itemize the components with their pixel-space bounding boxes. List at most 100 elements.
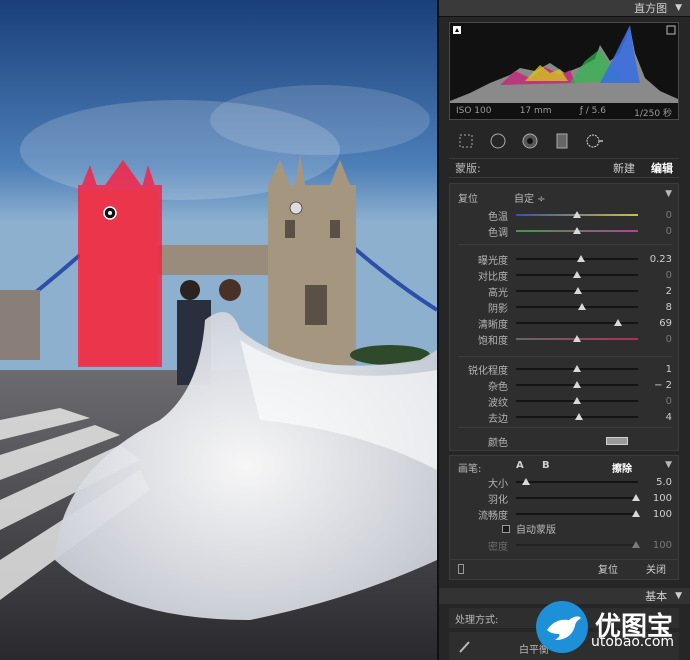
brush-close-button[interactable]: 关闭	[646, 561, 666, 576]
slider-knob[interactable]	[575, 413, 584, 420]
adjust-slider-row[interactable]: 杂色 − 2	[450, 378, 678, 393]
auto-mask-checkbox[interactable]: 自动蒙版	[502, 521, 556, 536]
slider-label: 高光	[488, 287, 508, 299]
slider-track[interactable]	[516, 271, 638, 278]
slider-track[interactable]	[516, 319, 638, 326]
slider-value[interactable]: 69	[638, 318, 672, 329]
slider-knob[interactable]	[576, 255, 585, 262]
shutter-speed: 1/250 秒	[634, 109, 672, 119]
slider-knob[interactable]	[577, 303, 586, 310]
brush-size-slider[interactable]: 大小 5.0	[450, 475, 678, 490]
slider-value[interactable]: 1	[638, 364, 672, 375]
slider-label: 饱和度	[478, 335, 508, 347]
slider-label: 清晰度	[478, 319, 508, 331]
slider-track[interactable]	[516, 365, 638, 372]
adjustment-brush-icon[interactable]	[585, 132, 603, 150]
adjust-slider-row[interactable]: 饱和度 0	[450, 332, 678, 347]
slider-knob[interactable]	[573, 211, 581, 218]
spot-removal-icon[interactable]	[489, 132, 507, 150]
slider-track[interactable]	[516, 381, 638, 388]
slider-value[interactable]: 0	[638, 334, 672, 345]
brush-density-slider[interactable]: 密度 100	[450, 538, 678, 553]
slider-knob[interactable]	[631, 494, 640, 501]
slider-track[interactable]	[516, 397, 638, 404]
tool-strip	[449, 128, 679, 154]
adjust-slider-row[interactable]: 曝光度 0.23	[450, 252, 678, 267]
auto-mask-label: 自动蒙版	[516, 525, 556, 536]
crop-tool-icon[interactable]	[457, 132, 475, 150]
slider-knob[interactable]	[573, 227, 581, 234]
slider-knob[interactable]	[573, 335, 581, 342]
mask-edit-button[interactable]: 编辑	[651, 160, 673, 176]
slider-knob[interactable]	[573, 397, 581, 404]
slider-value[interactable]: 0	[638, 396, 672, 407]
highlight-clip-indicator[interactable]	[666, 25, 676, 35]
adjust-slider-row[interactable]: 对比度 0	[450, 268, 678, 283]
panel-switch-icon[interactable]	[458, 563, 464, 574]
slider-knob[interactable]	[631, 541, 640, 548]
slider-knob[interactable]	[614, 319, 623, 326]
brush-flow-slider[interactable]: 流畅度 100	[450, 507, 678, 522]
slider-track[interactable]	[516, 287, 638, 294]
photo-canvas[interactable]	[0, 0, 437, 660]
brush-label: 画笔:	[458, 464, 482, 475]
adjustment-sliders: 复位 自定 ÷ ▼ 色温 0 色调 0 曝光度 0.23 对比度 0 高光 2 阴影 8 清晰度 69 饱和…	[449, 183, 679, 451]
wedding-photo	[0, 0, 437, 660]
color-swatch[interactable]	[606, 437, 628, 445]
slider-value[interactable]: 0.23	[638, 254, 672, 265]
slider-track[interactable]	[516, 255, 638, 262]
color-row[interactable]: 颜色	[450, 434, 678, 449]
adjust-slider-row[interactable]: 阴影 8	[450, 300, 678, 315]
basic-collapse-icon[interactable]: ▼	[675, 591, 682, 601]
brush-menu-triangle-icon[interactable]: ▼	[665, 460, 672, 470]
adjust-slider-row[interactable]: 色温 0	[450, 208, 678, 223]
adjust-slider-row[interactable]: 高光 2	[450, 284, 678, 299]
effect-menu-triangle-icon[interactable]: ▼	[665, 189, 672, 199]
slider-track[interactable]	[516, 227, 638, 234]
slider-value[interactable]: 8	[638, 302, 672, 313]
slider-knob[interactable]	[521, 478, 530, 485]
slider-knob[interactable]	[573, 381, 581, 388]
histogram: ISO 100 17 mm ƒ / 5.6 1/250 秒	[449, 22, 679, 120]
slider-value[interactable]: 2	[638, 286, 672, 297]
aperture: ƒ / 5.6	[579, 106, 606, 116]
slider-label: 波纹	[488, 397, 508, 409]
develop-panel: 直方图 ▼ ISO 100 17 mm ƒ / 5.6 1/250 秒 蒙版:	[437, 0, 690, 660]
slider-track[interactable]	[516, 211, 638, 218]
graduated-filter-icon[interactable]	[553, 132, 571, 150]
brush-a-button[interactable]: A	[516, 460, 524, 471]
red-eye-icon[interactable]	[521, 132, 539, 150]
slider-track[interactable]	[516, 303, 638, 310]
mask-new-button[interactable]: 新建	[613, 160, 635, 176]
brush-erase-button[interactable]: 擦除	[612, 460, 632, 475]
slider-knob[interactable]	[573, 365, 581, 372]
slider-value[interactable]: 0	[638, 210, 672, 221]
adjust-slider-row[interactable]: 锐化程度 1	[450, 362, 678, 377]
adjust-slider-row[interactable]: 色调 0	[450, 224, 678, 239]
histogram-header[interactable]: 直方图 ▼	[439, 0, 690, 17]
slider-track[interactable]	[516, 335, 638, 342]
slider-track[interactable]	[516, 413, 638, 420]
brush-b-button[interactable]: B	[542, 460, 550, 471]
adjust-slider-row[interactable]: 去边 4	[450, 410, 678, 425]
slider-knob[interactable]	[631, 510, 640, 517]
slider-value[interactable]: 4	[638, 412, 672, 423]
collapse-triangle-icon[interactable]: ▼	[675, 3, 682, 13]
slider-value[interactable]: − 2	[638, 380, 672, 391]
slider-label: 色调	[488, 227, 508, 239]
brush-reset-button[interactable]: 复位	[598, 561, 618, 576]
effect-preset-select[interactable]: 自定 ÷	[514, 190, 546, 205]
slider-knob[interactable]	[573, 271, 581, 278]
checkbox-box[interactable]	[502, 524, 510, 533]
slider-value[interactable]: 0	[638, 226, 672, 237]
histogram-graph	[450, 25, 678, 103]
effect-reset-label[interactable]: 复位	[458, 190, 478, 205]
slider-value[interactable]: 0	[638, 270, 672, 281]
eyedropper-icon[interactable]	[457, 638, 473, 654]
adjust-slider-row[interactable]: 清晰度 69	[450, 316, 678, 331]
brush-feather-slider[interactable]: 羽化 100	[450, 491, 678, 506]
slider-knob[interactable]	[574, 287, 583, 294]
mask-label: 蒙版:	[455, 162, 481, 175]
adjust-slider-row[interactable]: 波纹 0	[450, 394, 678, 409]
process-label: 处理方式:	[455, 614, 499, 626]
